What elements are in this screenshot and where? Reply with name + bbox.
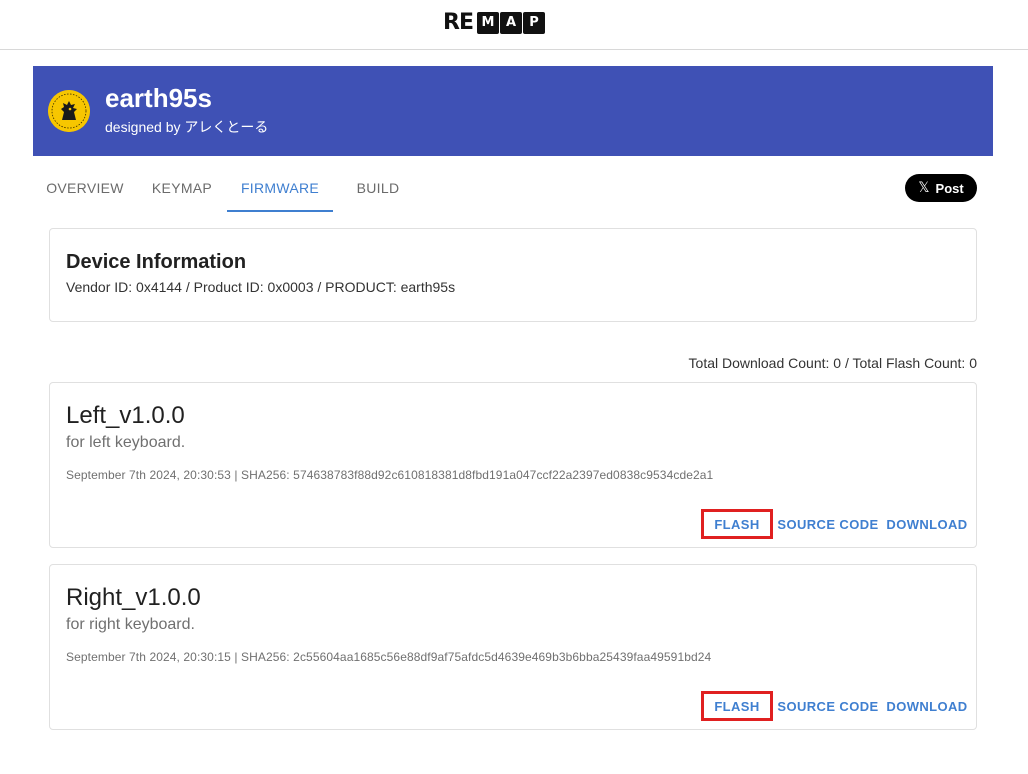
flash-button[interactable]: FLASH: [701, 691, 773, 721]
keyboard-name: earth95s: [105, 83, 212, 113]
device-information-card: Device Information Vendor ID: 0x4144 / P…: [49, 228, 977, 322]
firmware-description: for right keyboard.: [66, 616, 195, 633]
logo-box-m: M: [476, 12, 499, 34]
keyboard-avatar: [48, 90, 90, 132]
logo-re-text: RE: [443, 10, 474, 35]
remap-logo[interactable]: RE M A P: [443, 11, 545, 35]
flash-button[interactable]: FLASH: [701, 509, 773, 539]
source-code-button[interactable]: SOURCE CODE: [774, 509, 882, 539]
source-code-button[interactable]: SOURCE CODE: [774, 691, 882, 721]
firmware-description: for left keyboard.: [66, 434, 186, 451]
download-button[interactable]: DOWNLOAD: [884, 509, 970, 539]
tab-firmware[interactable]: FIRMWARE: [227, 164, 333, 212]
download-flash-totals: Total Download Count: 0 / Total Flash Co…: [688, 355, 977, 371]
download-button[interactable]: DOWNLOAD: [884, 691, 970, 721]
keyboard-tabs: OVERVIEW KEYMAP FIRMWARE BUILD: [33, 164, 423, 212]
logo-box-p: P: [522, 12, 545, 34]
x-logo-icon: 𝕏: [918, 180, 930, 196]
logo-box-a: A: [499, 12, 522, 34]
firmware-card: Left_v1.0.0 for left keyboard. September…: [49, 382, 977, 548]
post-button-label: Post: [935, 180, 964, 196]
keyboard-header-banner: earth95s designed by アレくとーる: [33, 66, 993, 156]
firmware-card: Right_v1.0.0 for right keyboard. Septemb…: [49, 564, 977, 730]
rooster-icon: [48, 90, 90, 132]
tab-keymap[interactable]: KEYMAP: [137, 164, 227, 212]
firmware-meta: September 7th 2024, 20:30:53 | SHA256: 5…: [66, 468, 714, 482]
firmware-name: Right_v1.0.0: [66, 584, 201, 611]
firmware-name: Left_v1.0.0: [66, 402, 185, 429]
post-to-x-button[interactable]: 𝕏 Post: [905, 174, 977, 202]
device-ids-text: Vendor ID: 0x4144 / Product ID: 0x0003 /…: [66, 279, 456, 295]
app-bar: RE M A P: [0, 0, 1028, 50]
tab-build[interactable]: BUILD: [333, 164, 423, 212]
tab-overview[interactable]: OVERVIEW: [33, 164, 137, 212]
device-information-title: Device Information: [66, 251, 247, 273]
designer-text: designed by アレくとーる: [105, 119, 269, 135]
firmware-meta: September 7th 2024, 20:30:15 | SHA256: 2…: [66, 650, 712, 664]
